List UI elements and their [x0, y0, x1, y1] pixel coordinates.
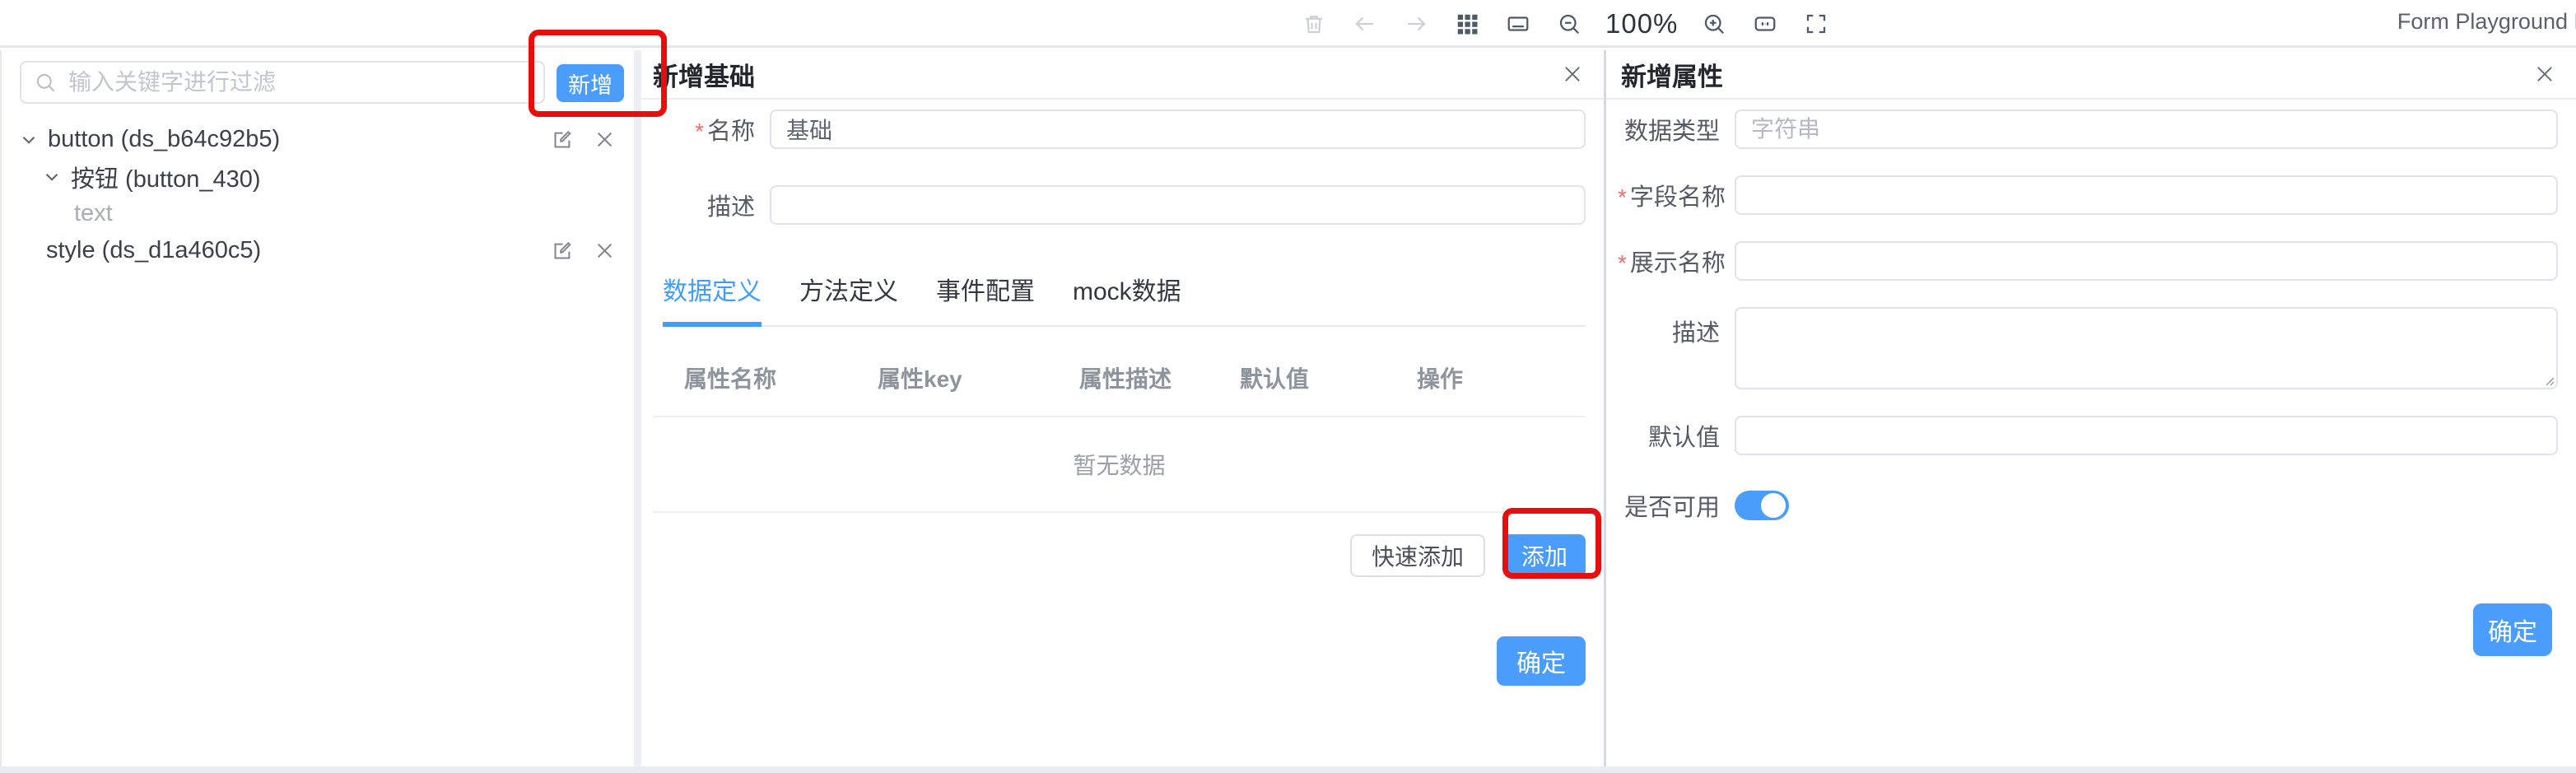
enabled-row: 是否可用 — [1606, 488, 2576, 523]
tree-item-label: style (ds_d1a460c5) — [46, 237, 261, 264]
tree-item-actions — [552, 121, 616, 158]
component-tree-sidebar: 新增 button (ds_b64c92b5) 按钮 — [0, 50, 634, 766]
undo-arrow-icon[interactable] — [1350, 9, 1380, 39]
name-label: *名称 — [653, 112, 770, 147]
tree-item-label: button (ds_b64c92b5) — [48, 126, 280, 153]
display-name-label: *展示名称 — [1618, 244, 1735, 278]
tab-data-definition[interactable]: 数据定义 — [663, 271, 762, 325]
toggle-knob — [1761, 493, 1786, 518]
main-panels: 新增 button (ds_b64c92b5) 按钮 — [0, 50, 2576, 766]
zoom-out-icon[interactable] — [1554, 9, 1584, 39]
name-form-row: *名称 — [641, 109, 1604, 149]
enabled-label: 是否可用 — [1618, 488, 1735, 523]
search-icon — [35, 72, 57, 94]
new-attribute-modal: 新增属性 数据类型 *字段名称 *展示名称 描述 — [1606, 50, 2576, 766]
edit-icon[interactable] — [552, 128, 574, 151]
default-value-row: 默认值 — [1606, 416, 2576, 455]
trash-icon[interactable] — [1299, 9, 1329, 39]
display-name-row: *展示名称 — [1606, 241, 2576, 281]
tree-item-button[interactable]: button (ds_b64c92b5) — [2, 121, 634, 158]
zoom-level: 100% — [1605, 8, 1678, 40]
required-mark: * — [695, 119, 704, 144]
confirm-button[interactable]: 确定 — [1497, 636, 1586, 686]
table-actions-row: 快速添加 添加 — [641, 534, 1586, 577]
close-icon[interactable] — [594, 128, 616, 151]
chevron-down-icon[interactable] — [41, 166, 63, 188]
form-playground-page: 100% Form Playground F 新增 — [0, 0, 2576, 773]
new-basic-modal: 新增基础 *名称 描述 数据定义 方法定义 事件配置 mock数据 — [641, 50, 1604, 766]
col-header: 操作 — [1417, 361, 1586, 394]
zoom-in-icon[interactable] — [1699, 9, 1729, 39]
tree-item-actions — [552, 232, 616, 269]
data-type-label: 数据类型 — [1618, 112, 1735, 147]
chevron-down-icon[interactable] — [18, 129, 40, 151]
display-name-field[interactable] — [1735, 241, 2558, 281]
tree-search-box[interactable] — [20, 61, 545, 104]
add-button[interactable]: 新增 — [557, 64, 624, 102]
col-header: 属性名称 — [684, 361, 878, 394]
tree-item-anniu[interactable]: 按钮 (button_430) — [2, 158, 634, 195]
tree-item-style[interactable]: style (ds_d1a460c5) — [2, 232, 634, 269]
canvas-toolbar: 100% — [1299, 0, 1831, 48]
tree-item-label: text — [74, 200, 113, 227]
tree-item-label: 按钮 (button_430) — [71, 160, 261, 194]
redo-arrow-icon[interactable] — [1401, 9, 1431, 39]
property-table-header: 属性名称 属性key 属性描述 默认值 操作 — [653, 361, 1586, 417]
tree-item-text[interactable]: text — [2, 195, 634, 232]
name-field[interactable] — [770, 109, 1586, 149]
data-type-field[interactable] — [1735, 109, 2558, 149]
close-icon[interactable] — [1561, 63, 1584, 86]
data-type-row: 数据类型 — [1606, 109, 2576, 149]
tab-event-config[interactable]: 事件配置 — [936, 271, 1035, 325]
attr-modal-footer: 确定 — [1606, 603, 2552, 656]
modal-title: 新增属性 — [1621, 56, 1723, 93]
attr-confirm-button[interactable]: 确定 — [2473, 603, 2552, 656]
new-basic-modal-header: 新增基础 — [641, 50, 1604, 100]
fullscreen-icon[interactable] — [1801, 9, 1831, 39]
attr-desc-field[interactable] — [1735, 307, 2558, 389]
quick-add-button[interactable]: 快速添加 — [1350, 534, 1485, 577]
required-mark: * — [1618, 250, 1627, 276]
attr-desc-label: 描述 — [1618, 314, 1735, 348]
col-header: 属性key — [878, 361, 1079, 394]
desc-form-row: 描述 — [641, 185, 1604, 225]
page-bottom-strip — [0, 766, 2576, 773]
attr-desc-row: 描述 — [1606, 307, 2576, 389]
enabled-toggle[interactable] — [1735, 491, 1789, 520]
default-value-label: 默认值 — [1618, 418, 1735, 453]
property-table: 属性名称 属性key 属性描述 默认值 操作 暂无数据 — [653, 361, 1586, 513]
grid-icon[interactable] — [1452, 9, 1482, 39]
modal-title: 新增基础 — [653, 56, 755, 93]
default-value-field[interactable] — [1735, 416, 2558, 455]
col-header: 默认值 — [1240, 361, 1417, 394]
modal-footer: 确定 — [641, 636, 1586, 686]
field-name-label: *字段名称 — [1618, 178, 1735, 212]
edit-icon[interactable] — [552, 240, 574, 262]
app-title: Form Playground F — [2397, 9, 2576, 35]
close-icon[interactable] — [594, 240, 616, 262]
search-input[interactable] — [68, 69, 530, 95]
card-icon[interactable] — [1750, 9, 1780, 39]
sidebar-divider — [634, 50, 641, 766]
col-header: 属性描述 — [1079, 361, 1240, 394]
field-name-row: *字段名称 — [1606, 175, 2576, 215]
desc-label: 描述 — [653, 188, 770, 222]
close-icon[interactable] — [2533, 63, 2556, 86]
top-toolbar: 100% Form Playground F — [0, 0, 2576, 48]
field-name-field[interactable] — [1735, 175, 2558, 215]
modal-tabs: 数据定义 方法定义 事件配置 mock数据 — [663, 271, 1586, 327]
tab-method-definition[interactable]: 方法定义 — [799, 271, 898, 325]
new-attribute-modal-header: 新增属性 — [1606, 50, 2576, 100]
empty-data-text: 暂无数据 — [653, 417, 1586, 513]
tab-mock-data[interactable]: mock数据 — [1073, 271, 1181, 325]
keyboard-icon[interactable] — [1503, 9, 1533, 39]
desc-field[interactable] — [770, 185, 1586, 225]
data-source-tree: button (ds_b64c92b5) 按钮 (button_430) tex… — [2, 121, 634, 269]
add-property-button[interactable]: 添加 — [1503, 534, 1586, 577]
required-mark: * — [1618, 184, 1627, 210]
